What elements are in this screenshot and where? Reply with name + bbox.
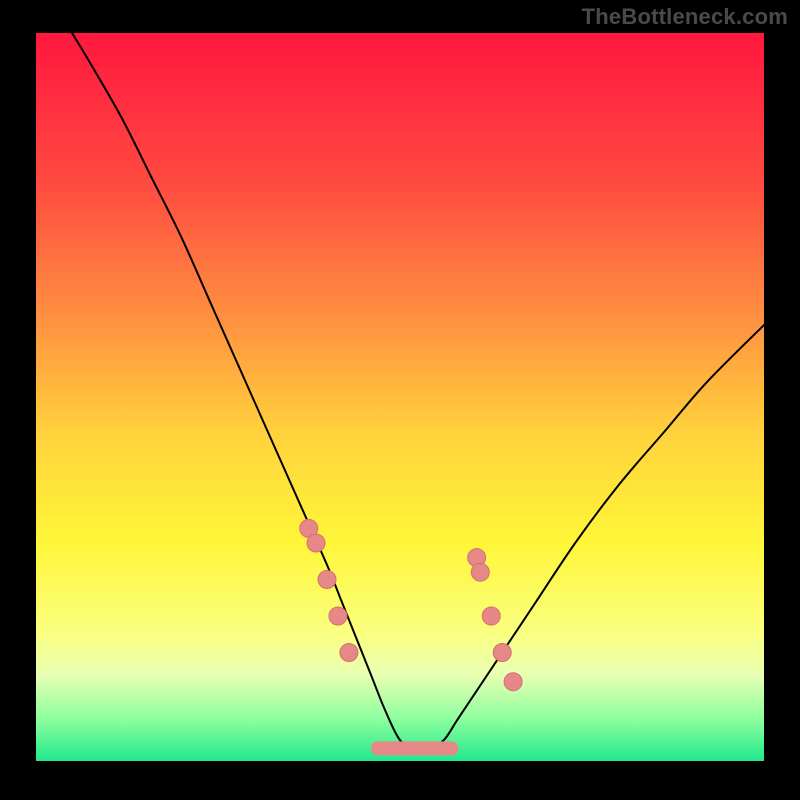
data-marker <box>471 563 489 581</box>
watermark-label: TheBottleneck.com <box>582 4 788 30</box>
bottleneck-chart <box>0 0 800 800</box>
plot-background <box>35 32 765 762</box>
data-marker <box>340 644 358 662</box>
chart-frame: TheBottleneck.com <box>0 0 800 800</box>
data-marker <box>482 607 500 625</box>
data-marker <box>307 534 325 552</box>
data-marker <box>329 607 347 625</box>
data-marker <box>493 644 511 662</box>
data-marker <box>504 673 522 691</box>
data-marker <box>318 571 336 589</box>
optimal-range-band <box>371 741 459 755</box>
